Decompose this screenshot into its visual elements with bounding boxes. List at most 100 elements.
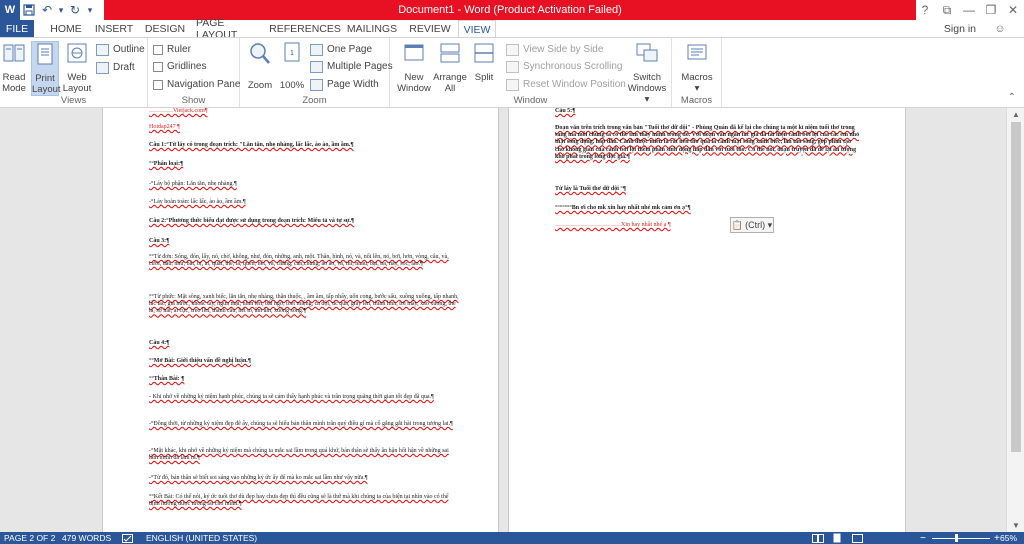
scrollbar-thumb[interactable] — [1011, 122, 1021, 452]
page1-paragraph[interactable]: -°Mặt khác, khi nhớ về những kỷ niệm mà … — [149, 448, 459, 462]
redo-icon[interactable]: ↻ — [66, 0, 84, 20]
undo-icon[interactable]: ↶ — [38, 0, 56, 20]
zoom-slider-track[interactable] — [932, 538, 990, 539]
view-side-by-side-button[interactable]: View Side by Side — [506, 42, 603, 57]
language[interactable]: ENGLISH (UNITED STATES) — [146, 532, 257, 544]
scroll-down-icon[interactable]: ▼ — [1007, 521, 1024, 530]
help-icon[interactable]: ? — [914, 0, 936, 20]
reset-window-position-button[interactable]: Reset Window Position — [506, 77, 626, 92]
page1-paragraph[interactable]: Câu 4:¶ — [149, 340, 459, 347]
page2-paragraph[interactable]: Từ láy là Tuổi thơ dữ dội °¶ — [555, 186, 861, 193]
tab-page-layout[interactable]: PAGE LAYOUT — [196, 17, 262, 41]
tab-references[interactable]: REFERENCES — [269, 20, 341, 37]
page2-paragraph[interactable]: °°°°°°°Bn ơi cho mk xin hay nhất nhé mk … — [555, 205, 861, 212]
read-mode-label-1: Read — [2, 72, 26, 83]
tab-design[interactable]: DESIGN — [140, 20, 190, 37]
page1-paragraph[interactable]: -°Láy bộ phận: Lăn tăn, nhẹ nhàng.¶ — [149, 181, 459, 188]
page1-paragraph[interactable]: °°Từ đơn: Sóng, đón, lấy, nó, chờ, không… — [149, 254, 459, 268]
tab-review[interactable]: REVIEW — [408, 20, 452, 37]
page-width-button[interactable]: Page Width — [310, 77, 379, 92]
zoom-out-icon[interactable]: − — [920, 532, 926, 544]
arrange-all-icon — [440, 43, 460, 63]
page1-paragraph[interactable]: °°Thân Bài: ¶ — [149, 376, 459, 383]
undo-menu-icon[interactable]: ▾ — [56, 0, 66, 20]
tab-home[interactable]: HOME — [44, 20, 88, 37]
customize-qat-icon[interactable]: ▾ — [84, 0, 96, 20]
paste-options-button[interactable]: 📋 (Ctrl) ▾ — [730, 217, 774, 233]
switch-windows-icon — [636, 43, 658, 62]
arrange-all-button[interactable]: Arrange All — [432, 41, 468, 94]
page1-paragraph[interactable]: Câu 3:¶ — [149, 238, 459, 245]
split-button[interactable]: Split — [470, 41, 498, 83]
page1-paragraph[interactable]: -°Láy hoàn toàn: lấc lấc, ào ào, ầm ầm.¶ — [149, 199, 459, 206]
proofing-icon[interactable] — [122, 532, 133, 544]
macros-button[interactable]: Macros ▾ — [678, 41, 716, 94]
word-count[interactable]: 479 WORDS — [62, 532, 111, 544]
tab-mailings[interactable]: MAILINGS — [344, 20, 400, 37]
group-macros: Macros ▾ Macros — [672, 38, 722, 107]
page1-paragraph[interactable]: °°Từ phức: Mặt sông, xanh biếc, lăn tăn,… — [149, 294, 459, 316]
new-window-icon — [404, 44, 424, 61]
page1-paragraph[interactable]: °°Kết Bài: Có thể nói, kỷ ức tuổi thơ dù… — [149, 494, 459, 508]
smiley-feedback-icon[interactable]: ☺ — [982, 21, 1018, 36]
page1-paragraph[interactable]: °°Phân loại:¶ — [149, 161, 459, 168]
print-layout-label-2: Layout — [32, 84, 61, 95]
vertical-scrollbar[interactable]: ▲ ▼ — [1006, 108, 1024, 532]
tab-view[interactable]: VIEW — [458, 20, 496, 38]
zoom-level[interactable]: 65% — [1000, 532, 1017, 544]
ribbon-display-icon[interactable]: ⧉ — [936, 0, 958, 20]
document-area: …………Vietjack.com¶ Hoidap247 ¶ Câu 1:°Từ lá… — [0, 108, 1024, 532]
word-logo-icon[interactable]: W — [0, 0, 20, 20]
page1-paragraph[interactable]: Câu 2:°Phương thức biểu đạt được sử dụng… — [149, 218, 459, 225]
collapse-ribbon-icon[interactable]: ⌃ — [1008, 92, 1016, 103]
page1-paragraph[interactable]: Hoidap247 ¶ — [149, 124, 459, 131]
page2-paragraph[interactable]: Câu 5:¶ — [555, 108, 861, 115]
ruler-check-box[interactable] — [153, 44, 163, 55]
page-count[interactable]: PAGE 2 OF 2 — [4, 532, 55, 544]
gridlines-check-box[interactable] — [153, 61, 163, 72]
page1-paragraph[interactable]: Câu 1:°Từ láy có trong đoạn trích: "Lăn … — [149, 142, 459, 149]
page1-paragraph[interactable]: °°Mở Bài: Giới thiệu vấn đề nghị luận.¶ — [149, 358, 459, 365]
page2-paragraph[interactable]: Đoạn văn trên trích trong văn bản "Tuổi … — [555, 125, 861, 161]
scroll-up-icon[interactable]: ▲ — [1007, 110, 1024, 119]
new-window-button[interactable]: New Window — [394, 41, 434, 94]
zoom-button[interactable]: Zoom — [244, 41, 276, 91]
read-mode-button[interactable]: Read Mode — [1, 41, 27, 94]
save-icon[interactable] — [20, 0, 38, 20]
clipboard-icon: 📋 — [731, 219, 744, 230]
zoom-in-icon[interactable]: + — [994, 532, 1000, 544]
print-layout-status-icon[interactable] — [832, 532, 842, 544]
web-layout-status-icon[interactable] — [852, 532, 863, 544]
status-bar: PAGE 2 OF 2 479 WORDS ENGLISH (UNITED ST… — [0, 532, 1024, 544]
zoom-100-button[interactable]: 1 100% — [278, 41, 306, 91]
page1-paragraph[interactable]: - Khi nhớ về những kỷ niệm hạnh phúc, ch… — [149, 394, 459, 401]
navigation-pane-checkbox[interactable]: Navigation Pane — [153, 77, 240, 92]
page1-paragraph[interactable]: -°Đồng thời, từ những kỷ niệm đẹp đẽ ấy,… — [149, 421, 459, 428]
gridlines-checkbox[interactable]: Gridlines — [153, 59, 206, 74]
tab-insert[interactable]: INSERT — [92, 20, 136, 37]
minimize-icon[interactable]: — — [958, 0, 980, 20]
switch-windows-label-1: Switch — [633, 72, 661, 83]
print-layout-button[interactable]: Print Layout — [31, 41, 61, 96]
read-mode-status-icon[interactable] — [812, 532, 824, 544]
synchronous-scrolling-button[interactable]: Synchronous Scrolling — [506, 59, 623, 74]
close-icon[interactable]: ✕ — [1002, 0, 1024, 20]
web-layout-button[interactable]: Web Layout — [62, 41, 92, 94]
navigation-pane-check-box[interactable] — [153, 79, 163, 90]
zoom-slider-thumb[interactable] — [955, 534, 958, 542]
outline-button[interactable]: Outline — [96, 42, 145, 57]
sign-in-link[interactable]: Sign in — [944, 20, 976, 37]
document-page-1[interactable]: …………Vietjack.com¶ Hoidap247 ¶ Câu 1:°Từ lá… — [102, 108, 499, 532]
page1-paragraph[interactable]: -°Từ đó, bản thân sẽ biết soi sáng vào n… — [149, 475, 459, 482]
zoom-label: Zoom — [247, 80, 273, 91]
draft-button[interactable]: Draft — [96, 60, 135, 75]
page1-paragraph[interactable]: …………Vietjack.com¶ — [149, 108, 459, 115]
document-page-2[interactable]: Câu 5:¶ Đoạn văn trên trích trong văn bản… — [508, 108, 906, 532]
tab-file[interactable]: FILE — [0, 20, 34, 37]
restore-icon[interactable]: ❐ — [980, 0, 1002, 20]
page2-paragraph[interactable]: ……………………………Xin hay nhất nhé ạ ¶ — [555, 222, 861, 229]
one-page-button[interactable]: One Page — [310, 42, 372, 57]
ruler-checkbox[interactable]: Ruler — [153, 42, 191, 57]
multiple-pages-button[interactable]: Multiple Pages — [310, 59, 393, 74]
synchronous-scrolling-label: Synchronous Scrolling — [523, 61, 623, 72]
